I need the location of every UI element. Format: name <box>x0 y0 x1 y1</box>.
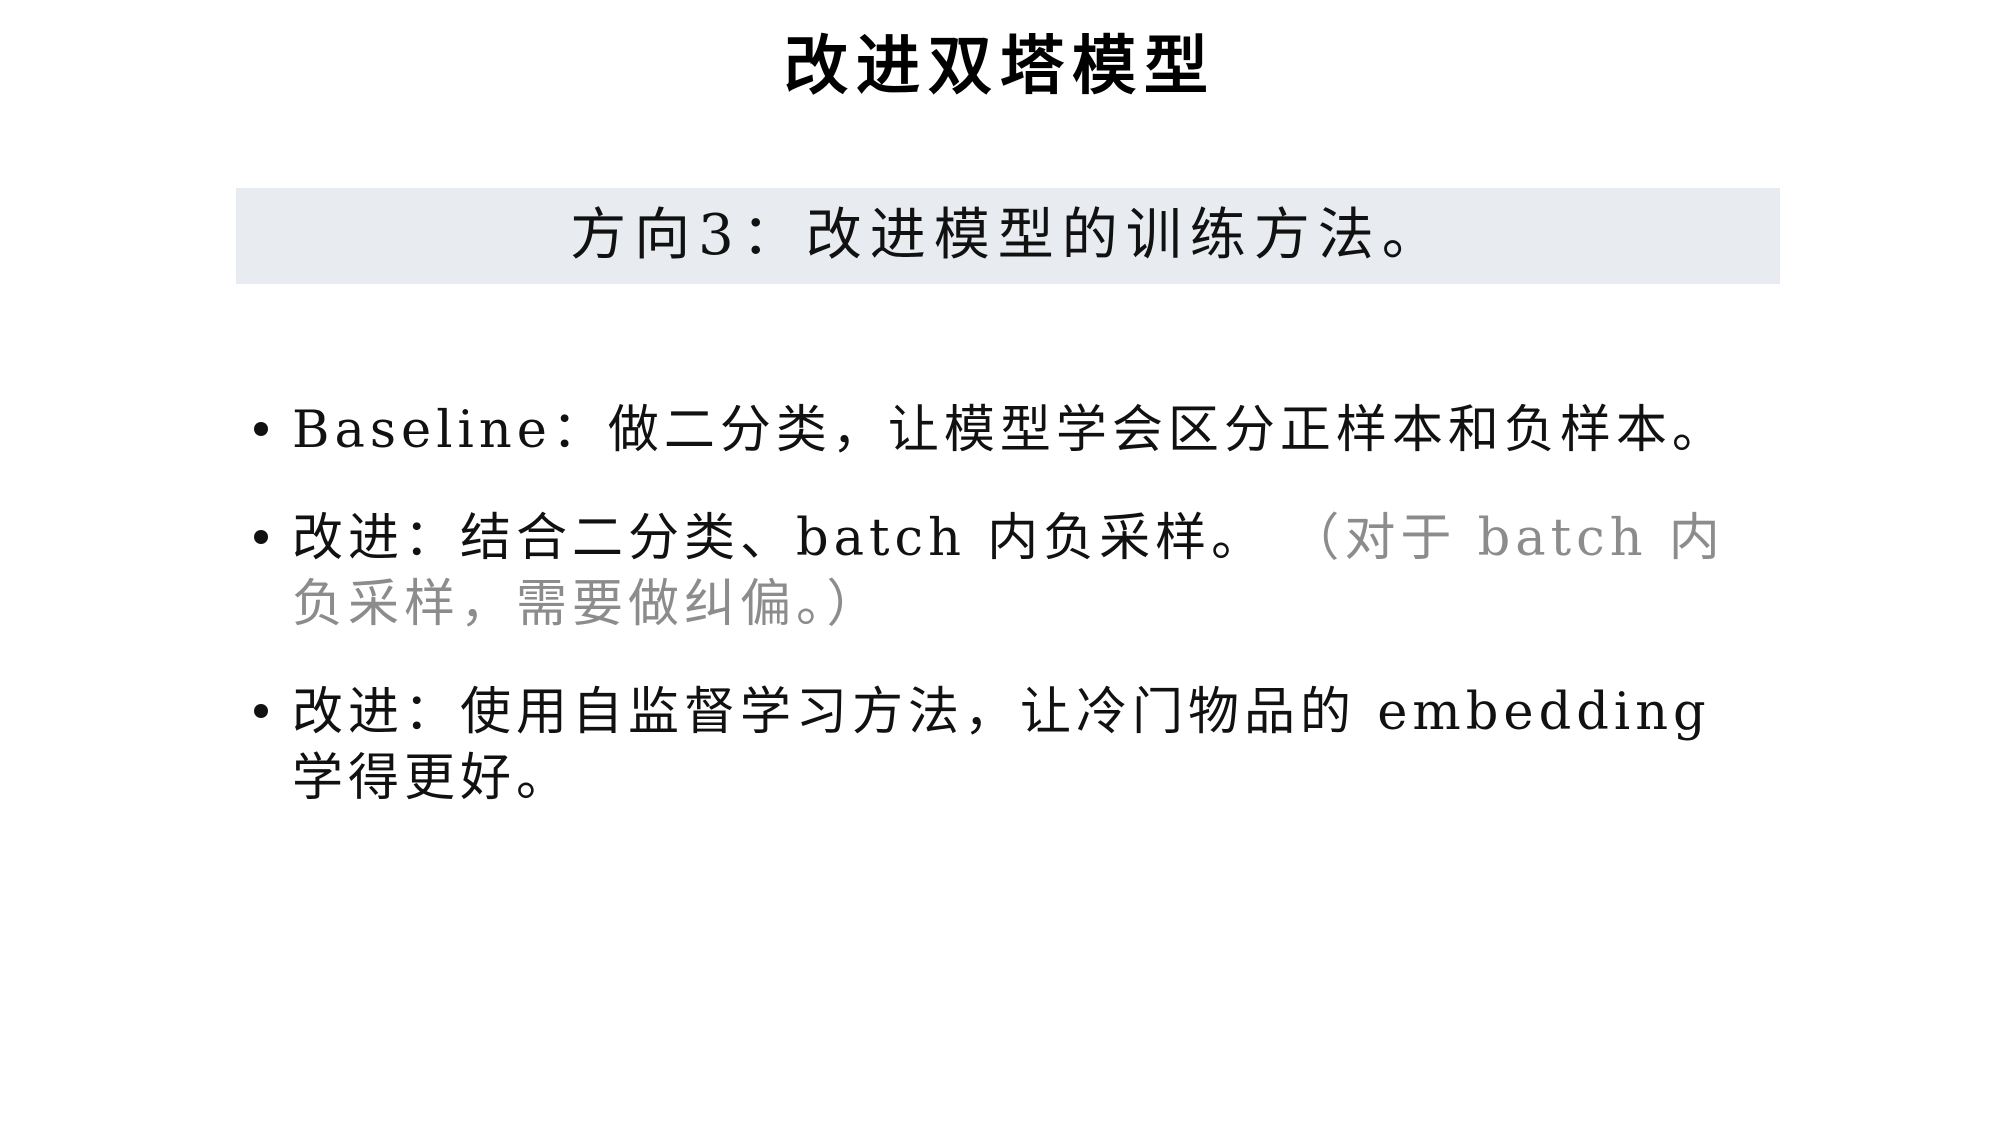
bullet-text: Baseline：做二分类，让模型学会区分正样本和负样本。 <box>292 401 1728 460</box>
bullet-item-baseline: Baseline：做二分类，让模型学会区分正样本和负样本。 <box>250 398 1770 464</box>
direction-banner: 方向3：改进模型的训练方法。 <box>236 188 1780 284</box>
banner-text: 方向3：改进模型的训练方法。 <box>570 203 1446 268</box>
bullet-text: 改进：结合二分类、batch 内负采样。 <box>292 509 1268 568</box>
slide-title: 改进双塔模型 <box>784 30 1216 104</box>
bullet-text: 改进：使用自监督学习方法，让冷门物品的 embedding 学得更好。 <box>292 683 1711 808</box>
bullet-item-improvement-1: 改进：结合二分类、batch 内负采样。 （对于 batch 内负采样，需要做纠… <box>250 506 1770 638</box>
bullet-dot-icon <box>254 422 268 436</box>
bullet-dot-icon <box>254 704 268 718</box>
bullet-dot-icon <box>254 530 268 544</box>
slide: 改进双塔模型 方向3：改进模型的训练方法。 Baseline：做二分类，让模型学… <box>0 0 2000 1125</box>
bullet-list: Baseline：做二分类，让模型学会区分正样本和负样本。 改进：结合二分类、b… <box>250 398 1770 854</box>
bullet-item-improvement-2: 改进：使用自监督学习方法，让冷门物品的 embedding 学得更好。 <box>250 680 1770 812</box>
